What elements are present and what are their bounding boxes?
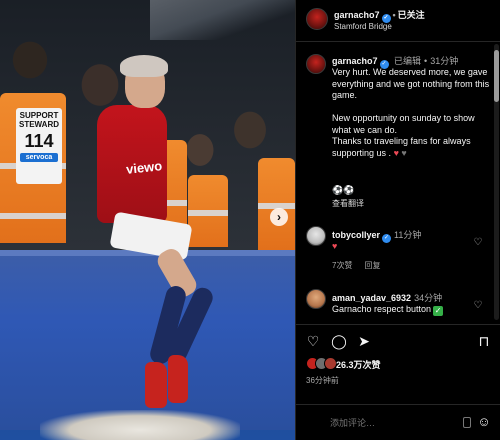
comment-meta: 7次赞 回复 [332, 260, 380, 271]
comment-username[interactable]: aman_yadav_6932 [332, 293, 411, 303]
verified-badge-icon: ✓ [382, 234, 392, 243]
avatar[interactable] [306, 8, 328, 30]
blurred-foreground [40, 410, 240, 440]
steward-label-line1: SUPPORT [19, 111, 59, 120]
steward-vest [258, 158, 295, 250]
post-author-username[interactable]: garnacho7 [334, 10, 380, 20]
see-translation-link[interactable]: 查看翻译 [332, 198, 364, 209]
avatar[interactable] [306, 289, 326, 309]
caption-line: Thanks to traveling fans for always supp… [332, 136, 492, 159]
post-actions: ♡ ◯ ➤ ⊓ 26.3万次赞 36分钟前 [296, 324, 500, 404]
comment-like-heart-icon[interactable]: ♡ [472, 300, 484, 312]
stand-roof [150, 0, 295, 40]
separator-dot: • [392, 10, 396, 20]
steward-vest [188, 175, 228, 247]
post-time[interactable]: 36分钟前 [306, 375, 339, 386]
steward-label: SUPPORT STEWARD 114 servoca [16, 108, 62, 184]
following-button[interactable]: 已关注 [398, 10, 425, 20]
likes-count[interactable]: 26.3万次赞 [336, 358, 381, 371]
comments-scrollbar[interactable] [494, 44, 499, 320]
comment-bubble-icon[interactable]: ◯ [331, 333, 347, 349]
caption-text: Very hurt. We deserved more, we gave eve… [332, 67, 492, 159]
save-bookmark-icon[interactable]: ⊓ [476, 333, 492, 349]
red-heart-icon: ♥ [393, 147, 399, 158]
gif-sticker-icon[interactable] [463, 417, 471, 428]
avatar[interactable] [306, 226, 326, 246]
emoji-icon[interactable]: ☺ [476, 414, 492, 430]
add-comment-input[interactable] [330, 415, 460, 431]
like-heart-icon[interactable]: ♡ [305, 333, 321, 349]
add-comment-bar: ☺ [296, 404, 500, 440]
comment-text: Garnacho respect button ✓ [332, 304, 444, 316]
reply-button[interactable]: 回复 [364, 261, 380, 270]
check-mark-icon: ✓ [433, 306, 444, 316]
post-header: garnacho7 ✓ • 已关注 Stamford Bridge [296, 0, 500, 42]
comment-text-content: Garnacho respect button [332, 304, 432, 314]
steward-sponsor: servoca [20, 153, 58, 162]
caption-username[interactable]: garnacho7 [332, 56, 378, 66]
player-boot [168, 355, 188, 403]
post-author-line: garnacho7 ✓ • 已关注 [334, 8, 425, 23]
comment-header: aman_yadav_6932 34分钟 [332, 291, 442, 304]
comments-list[interactable]: garnacho7 ✓ 已编辑 • 31分钟 Very hurt. We deserv… [296, 42, 500, 324]
post-photo[interactable]: SUPPORT STEWARD 114 servoca viewo › [0, 0, 295, 440]
soccer-ball-icon: ⚽⚽ [332, 185, 355, 195]
comment-text: ♥ [332, 241, 338, 251]
steward-number: 114 [24, 131, 54, 151]
caption-line: Very hurt. We deserved more, we gave eve… [332, 67, 490, 100]
share-paper-plane-icon[interactable]: ➤ [356, 333, 372, 349]
player-boot [145, 362, 167, 408]
caption-time[interactable]: 31分钟 [430, 56, 458, 66]
post-side-panel: garnacho7 ✓ • 已关注 Stamford Bridge garnacho7… [295, 0, 500, 440]
caption-edited: 已编辑 [394, 56, 422, 66]
player-hair [120, 55, 168, 77]
next-image-arrow-icon[interactable]: › [270, 208, 288, 226]
comment-time[interactable]: 34分钟 [414, 293, 442, 303]
comment-like-heart-icon[interactable]: ♡ [472, 237, 484, 249]
comment-likes[interactable]: 7次赞 [332, 261, 352, 270]
steward-label-line2: STEWARD [19, 120, 59, 129]
black-heart-icon: ♥ [401, 147, 407, 158]
post-location[interactable]: Stamford Bridge [334, 22, 392, 31]
comment-username[interactable]: tobycollyer [332, 230, 380, 240]
avatar[interactable] [306, 54, 326, 74]
scrollbar-thumb[interactable] [494, 50, 499, 102]
caption-line: New opportunity on sunday to show what w… [332, 113, 475, 135]
comment-time[interactable]: 11分钟 [394, 230, 421, 240]
comment-header: tobycollyer ✓ 11分钟 [332, 228, 421, 243]
separator-dot: • [424, 56, 428, 66]
